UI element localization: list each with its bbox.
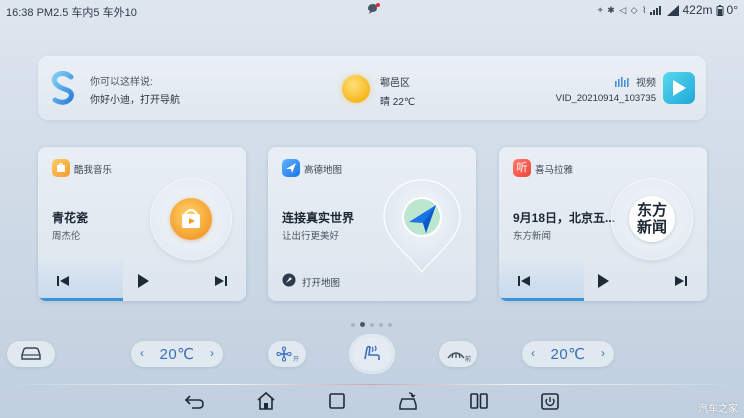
map-pin-icon[interactable] <box>381 177 463 275</box>
amap-icon <box>282 159 300 177</box>
defrost-label: 前 <box>465 357 472 363</box>
car-settings-icon[interactable] <box>397 391 419 411</box>
weather-condition: 晴 22℃ <box>380 97 416 108</box>
weather-location[interactable]: 鄠邑区 <box>380 74 410 89</box>
voice-assistant-logo[interactable] <box>50 71 76 105</box>
nav-divider <box>0 384 744 385</box>
fan-button[interactable]: 开 <box>268 341 306 367</box>
video-play-button[interactable] <box>663 72 695 104</box>
signal-triangle-icon <box>667 4 680 16</box>
podcast-channel: 东方新闻 <box>513 231 552 242</box>
open-map-link[interactable]: 打开地图 <box>302 275 340 289</box>
car-icon <box>21 347 41 360</box>
map-tagline: 让出行更美好 <box>282 231 340 242</box>
next-track-icon[interactable] <box>674 274 688 288</box>
cover-text-2: 新闻 <box>636 218 667 236</box>
fan-icon <box>276 346 292 362</box>
left-temperature-control: ‹ 20℃ › <box>131 341 223 367</box>
music-progress-bar[interactable] <box>38 298 123 301</box>
music-progress-fill <box>38 260 123 301</box>
play-icon[interactable] <box>595 273 611 289</box>
right-temp-increase-icon[interactable]: › <box>601 346 605 360</box>
kuwo-logo <box>170 198 212 240</box>
music-app-name: 酷我音乐 <box>74 165 113 176</box>
left-temp-increase-icon[interactable]: › <box>210 346 214 360</box>
podcast-title: 9月18日，北京五... <box>513 211 616 225</box>
home-icon[interactable] <box>255 391 277 411</box>
right-temperature-control: ‹ 20℃ › <box>522 341 614 367</box>
map-card[interactable]: 高德地图 连接真实世界 让出行更美好 打开地图 <box>268 147 476 301</box>
video-label-text: 视频 <box>636 78 656 89</box>
notification-icon[interactable] <box>366 3 380 15</box>
music-cover[interactable] <box>151 179 231 259</box>
previous-track-icon[interactable] <box>517 274 531 288</box>
video-label[interactable]: 视频 <box>615 74 656 89</box>
climate-center-button[interactable] <box>352 337 392 371</box>
watermark: 汽车之家 <box>698 404 738 415</box>
defrost-button[interactable]: 前 <box>439 341 477 367</box>
video-filename: VID_20210914_103735 <box>555 93 656 104</box>
cover-text-1: 东方 <box>636 201 667 219</box>
music-controls <box>38 260 246 301</box>
play-icon[interactable] <box>135 273 151 289</box>
page-dot-active[interactable] <box>360 322 365 327</box>
compass-icon <box>282 273 296 287</box>
previous-track-icon[interactable] <box>56 274 70 288</box>
ximalaya-icon: 听 <box>513 159 531 177</box>
podcast-cover[interactable]: 东方 新闻 <box>612 179 692 259</box>
status-temperature: 0° <box>726 3 738 17</box>
page-dot[interactable] <box>351 323 355 327</box>
page-dot[interactable] <box>370 323 374 327</box>
dongfang-news-logo: 东方 新闻 <box>629 196 675 242</box>
podcast-progress-bar[interactable] <box>499 298 584 301</box>
podcast-controls <box>499 260 707 301</box>
front-defrost-icon <box>447 352 465 359</box>
song-artist: 周杰伦 <box>52 231 81 242</box>
climate-seat-icon <box>364 345 380 360</box>
map-app-name: 高德地图 <box>304 165 343 176</box>
status-bar-info: 16:38 PM2.5 车内5 车外10 <box>6 7 137 19</box>
play-icon <box>673 80 686 96</box>
audio-bars-icon <box>615 76 629 87</box>
sun-icon <box>342 75 370 103</box>
status-icons: ⌖ ✱ ◁ ◇ ⌇ <box>597 4 648 15</box>
podcast-progress-fill <box>499 260 584 301</box>
song-title: 青花瓷 <box>52 211 89 225</box>
status-bar-indicators: ⌖ ✱ ◁ ◇ ⌇ 422m 0° <box>598 3 738 17</box>
assistant-hint-title: 你可以这样说: <box>90 77 153 88</box>
podcast-card[interactable]: 听 喜马拉雅 9月18日，北京五... 东方新闻 东方 新闻 <box>499 147 707 301</box>
signal-icon <box>650 6 662 15</box>
power-icon[interactable] <box>539 391 561 411</box>
assistant-hint-text[interactable]: 你好小迪，打开导航 <box>90 91 180 106</box>
music-card[interactable]: 酷我音乐 青花瓷 周杰伦 <box>38 147 246 301</box>
split-screen-icon[interactable] <box>468 391 490 411</box>
mileage: 422m <box>682 3 713 17</box>
next-track-icon[interactable] <box>214 274 228 288</box>
map-slogan: 连接真实世界 <box>282 211 355 225</box>
page-dot[interactable] <box>379 323 383 327</box>
kuwo-music-icon <box>52 159 70 177</box>
recent-apps-icon[interactable] <box>326 391 348 411</box>
back-icon[interactable] <box>184 391 206 411</box>
vehicle-button[interactable] <box>7 341 55 367</box>
assistant-banner: 你可以这样说: 你好小迪，打开导航 鄠邑区 晴 22℃ 视频 VID_20210… <box>38 56 706 120</box>
fan-label: 开 <box>293 357 300 363</box>
battery-icon <box>716 4 724 16</box>
podcast-app-name: 喜马拉雅 <box>535 165 574 176</box>
page-dot[interactable] <box>388 323 392 327</box>
